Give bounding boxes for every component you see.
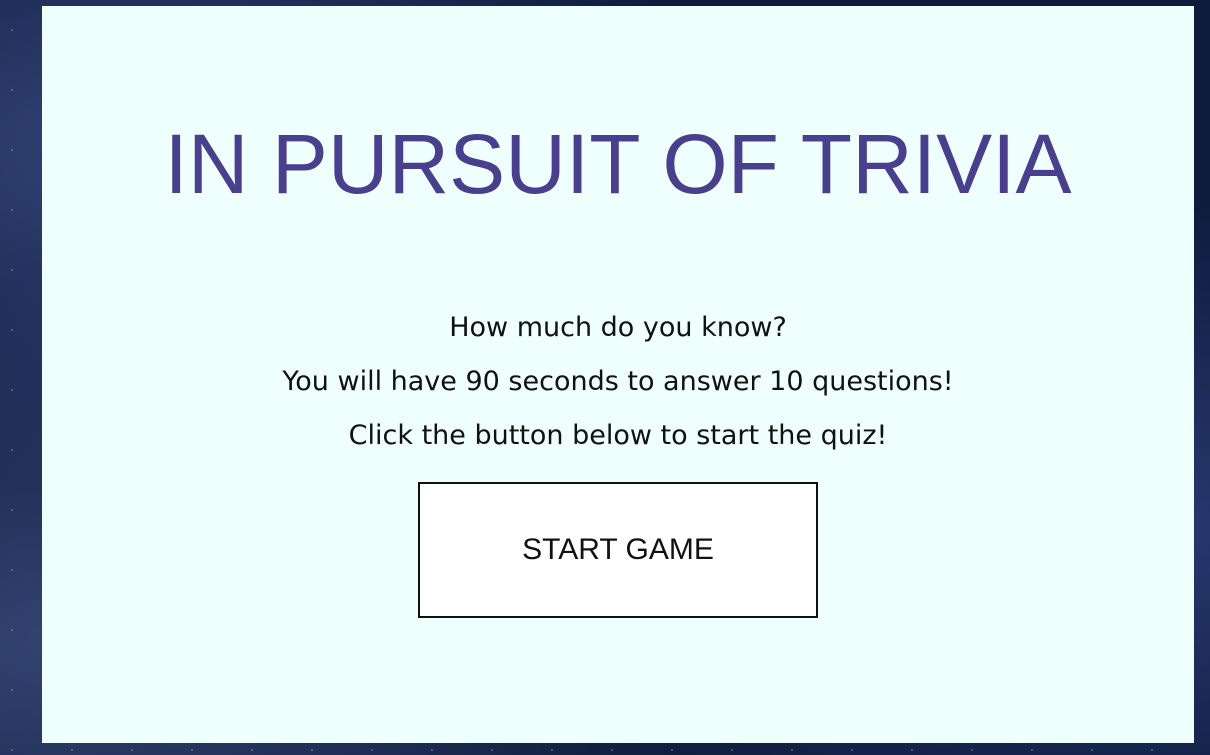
intro-card: IN PURSUIT OF TRIVIA How much do you kno… (42, 6, 1194, 743)
intro-line-question: How much do you know? (449, 312, 787, 343)
intro-line-rules: You will have 90 seconds to answer 10 qu… (282, 366, 954, 397)
page-title: IN PURSUIT OF TRIVIA (164, 117, 1072, 211)
intro-text: How much do you know? You will have 90 s… (42, 310, 1194, 472)
intro-line-instruction: Click the button below to start the quiz… (348, 420, 888, 451)
start-game-button[interactable]: START GAME (418, 482, 818, 618)
